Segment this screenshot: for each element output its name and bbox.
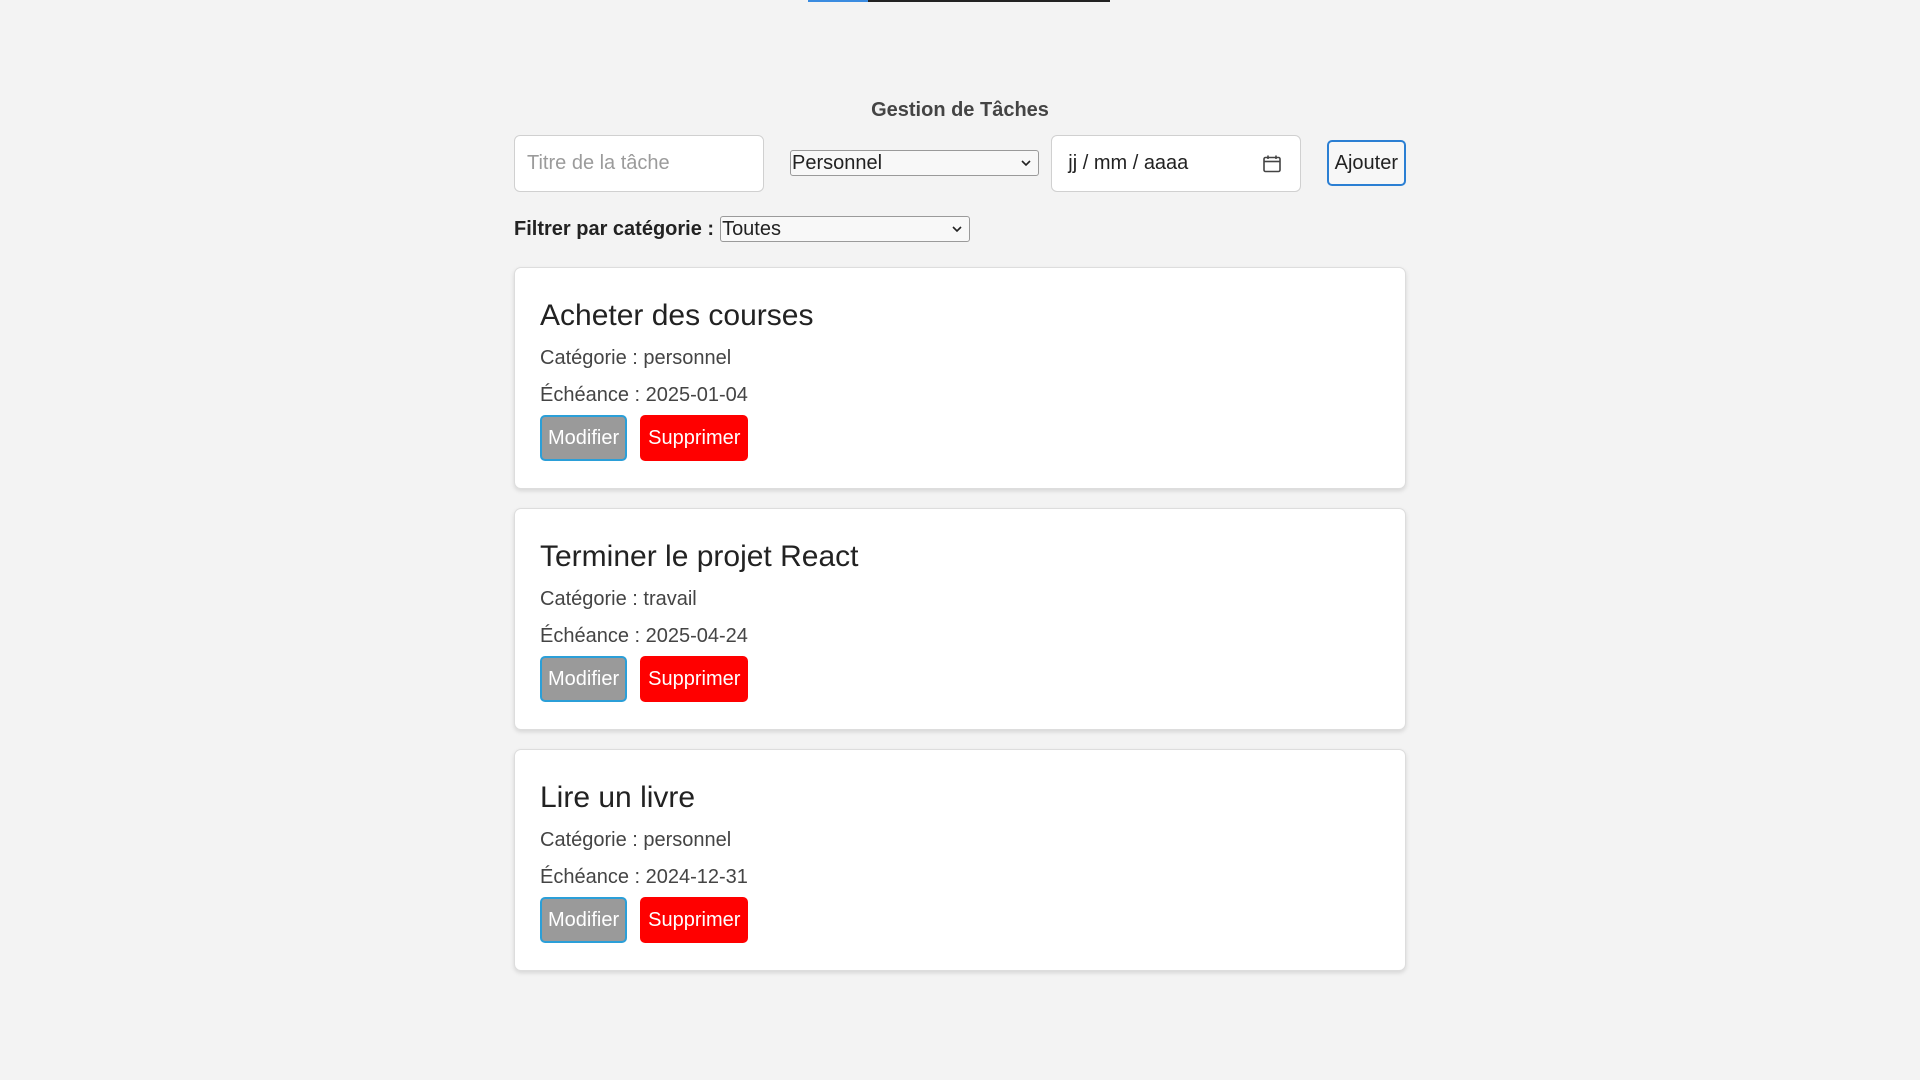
task-due-date: Échéance : 2025-01-04 bbox=[540, 384, 748, 406]
task-category: Catégorie : personnel bbox=[540, 347, 732, 369]
task-actions: Modifier Supprimer bbox=[540, 897, 1380, 943]
calendar-icon[interactable] bbox=[1262, 154, 1282, 174]
filter-label: Filtrer par catégorie : bbox=[514, 217, 715, 240]
task-list: Acheter des courses Catégorie : personne… bbox=[514, 267, 1406, 971]
category-select-value: Personnel bbox=[792, 152, 883, 174]
category-select[interactable]: Personnel bbox=[790, 150, 1040, 176]
delete-task-button[interactable]: Supprimer bbox=[640, 415, 749, 461]
task-title: Acheter des courses bbox=[540, 299, 814, 332]
task-title-input[interactable] bbox=[514, 134, 764, 192]
chevron-down-icon bbox=[952, 226, 962, 233]
task-card: Lire un livre Catégorie : personnel Éché… bbox=[514, 749, 1406, 971]
filter-select[interactable]: Toutes bbox=[720, 216, 971, 242]
delete-task-button[interactable]: Supprimer bbox=[640, 897, 749, 943]
due-date-input[interactable]: jj / mm / aaaa bbox=[1051, 134, 1301, 192]
page-title: Gestion de Tâches bbox=[871, 99, 1049, 121]
task-actions: Modifier Supprimer bbox=[540, 656, 1380, 702]
task-title: Terminer le projet React bbox=[540, 540, 859, 573]
category-filter: Filtrer par catégorie : Toutes bbox=[514, 216, 1406, 242]
edit-task-button[interactable]: Modifier bbox=[540, 415, 628, 461]
edit-task-button[interactable]: Modifier bbox=[540, 897, 628, 943]
add-task-form: Personnel jj / mm / aaaa Ajouter bbox=[514, 134, 1406, 192]
task-actions: Modifier Supprimer bbox=[540, 415, 1380, 461]
due-date-placeholder: jj / mm / aaaa bbox=[1068, 151, 1189, 174]
task-card: Terminer le projet React Catégorie : tra… bbox=[514, 508, 1406, 730]
add-task-button[interactable]: Ajouter bbox=[1326, 140, 1406, 186]
chevron-down-icon bbox=[1021, 160, 1031, 167]
task-title: Lire un livre bbox=[540, 781, 696, 814]
task-due-date: Échéance : 2025-04-24 bbox=[540, 625, 748, 647]
delete-task-button[interactable]: Supprimer bbox=[640, 656, 749, 702]
task-category: Catégorie : personnel bbox=[540, 829, 732, 851]
task-category: Catégorie : travail bbox=[540, 588, 697, 610]
task-manager: Gestion de Tâches Personnel jj / mm / aa… bbox=[514, 96, 1406, 990]
filter-select-value: Toutes bbox=[722, 218, 781, 240]
task-card: Acheter des courses Catégorie : personne… bbox=[514, 267, 1406, 489]
top-progress-accent bbox=[808, 0, 868, 2]
top-progress-strip bbox=[808, 0, 1110, 2]
edit-task-button[interactable]: Modifier bbox=[540, 656, 628, 702]
task-due-date: Échéance : 2024-12-31 bbox=[540, 866, 748, 888]
